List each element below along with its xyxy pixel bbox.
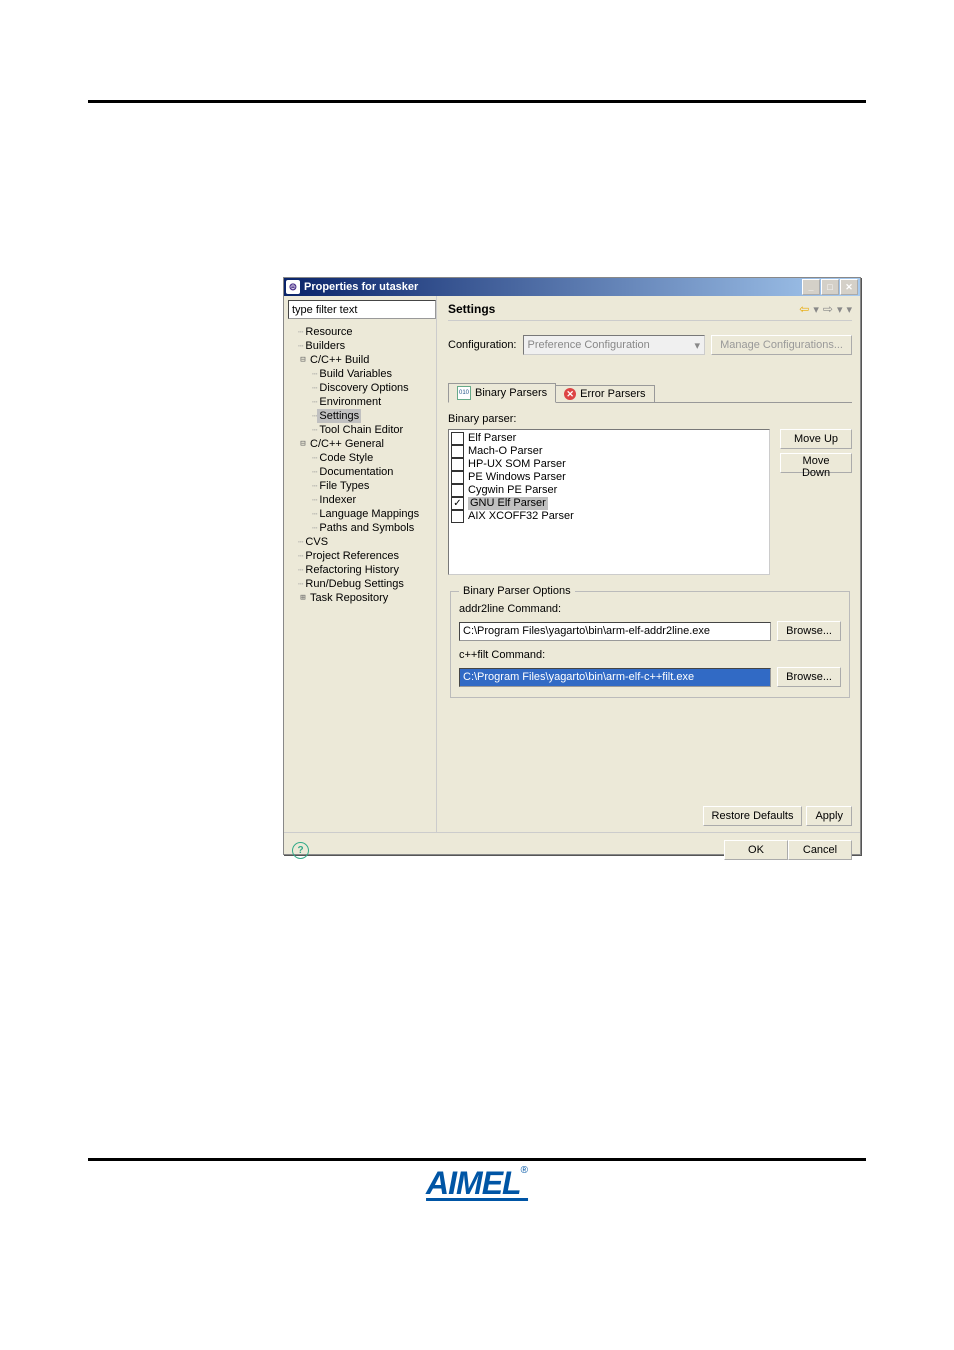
- parser-item[interactable]: Elf Parser: [451, 432, 767, 445]
- configuration-value: Preference Configuration: [528, 339, 650, 351]
- cppfilt-label: c++filt Command:: [459, 649, 841, 661]
- manage-configurations-button: Manage Configurations...: [711, 335, 852, 355]
- binary-parser-label: Binary parser:: [448, 413, 852, 425]
- tree-item-paths[interactable]: ┄Paths and Symbols: [288, 521, 436, 535]
- tab-error-label: Error Parsers: [580, 388, 645, 400]
- checkbox[interactable]: [451, 445, 464, 458]
- filter-input[interactable]: [288, 300, 436, 319]
- checkbox[interactable]: [451, 497, 464, 510]
- cancel-button[interactable]: Cancel: [788, 840, 852, 860]
- titlebar[interactable]: ⊜ Properties for utasker _ □ ✕: [284, 278, 860, 296]
- parser-item[interactable]: Mach-O Parser: [451, 445, 767, 458]
- tree-item-documentation[interactable]: ┄Documentation: [288, 465, 436, 479]
- chevron-down-icon: ▾: [695, 339, 701, 352]
- dialog-title: Properties for utasker: [304, 281, 801, 293]
- addr2line-input[interactable]: [459, 622, 771, 641]
- tree-item-discovery[interactable]: ┄Discovery Options: [288, 381, 436, 395]
- tree-item-resource[interactable]: ┄Resource: [288, 325, 436, 339]
- checkbox[interactable]: [451, 484, 464, 497]
- addr2line-label: addr2line Command:: [459, 603, 841, 615]
- parser-list[interactable]: Elf Parser Mach-O Parser HP-UX SOM Parse…: [448, 429, 770, 575]
- tree-item-build-variables[interactable]: ┄Build Variables: [288, 367, 436, 381]
- browse-cppfilt-button[interactable]: Browse...: [777, 667, 841, 687]
- ok-button[interactable]: OK: [724, 840, 788, 860]
- checkbox[interactable]: [451, 458, 464, 471]
- browse-addr2line-button[interactable]: Browse...: [777, 621, 841, 641]
- tree-item-indexer[interactable]: ┄Indexer: [288, 493, 436, 507]
- tab-error-parsers[interactable]: ✕ Error Parsers: [555, 385, 654, 402]
- tree-item-builders[interactable]: ┄Builders: [288, 339, 436, 353]
- tree-item-taskrepo[interactable]: ⊞Task Repository: [288, 591, 436, 605]
- help-icon[interactable]: ?: [292, 842, 309, 859]
- minimize-button[interactable]: _: [802, 279, 820, 295]
- configuration-select: Preference Configuration ▾: [523, 335, 706, 355]
- tree-item-filetypes[interactable]: ┄File Types: [288, 479, 436, 493]
- tree-item-toolchain[interactable]: ┄Tool Chain Editor: [288, 423, 436, 437]
- menu-dropdown-icon[interactable]: ▾: [846, 303, 852, 316]
- parser-item[interactable]: GNU Elf Parser: [451, 497, 767, 510]
- apply-button[interactable]: Apply: [806, 806, 852, 826]
- cppfilt-input[interactable]: [459, 668, 771, 687]
- parser-item[interactable]: HP-UX SOM Parser: [451, 458, 767, 471]
- nav-back-icon[interactable]: ⇦: [799, 302, 809, 316]
- atmel-logo: AIMEL®: [426, 1165, 528, 1201]
- tree-item-langmap[interactable]: ┄Language Mappings: [288, 507, 436, 521]
- page-title: Settings: [448, 302, 799, 316]
- error-icon: ✕: [564, 388, 576, 400]
- tab-binary-label: Binary Parsers: [475, 387, 547, 399]
- parser-item[interactable]: Cygwin PE Parser: [451, 484, 767, 497]
- nav-forward-icon[interactable]: ⇨: [823, 302, 833, 316]
- nav-pane: ┄Resource ┄Builders ⊟C/C++ Build ┄Build …: [284, 296, 436, 832]
- checkbox[interactable]: [451, 510, 464, 523]
- tree-item-ccbuild[interactable]: ⊟C/C++ Build: [288, 353, 436, 367]
- parser-item[interactable]: AIX XCOFF32 Parser: [451, 510, 767, 523]
- parser-item[interactable]: PE Windows Parser: [451, 471, 767, 484]
- nav-forward-dropdown[interactable]: ▾: [837, 303, 843, 316]
- tree-item-projref[interactable]: ┄Project References: [288, 549, 436, 563]
- content-pane: Settings ⇦ ▾ ⇨ ▾ ▾ Configuration: Preferen…: [440, 296, 860, 832]
- tree-item-refactor[interactable]: ┄Refactoring History: [288, 563, 436, 577]
- move-down-button[interactable]: Move Down: [780, 453, 852, 473]
- nav-back-dropdown[interactable]: ▾: [813, 303, 819, 316]
- restore-defaults-button[interactable]: Restore Defaults: [703, 806, 803, 826]
- tree-item-ccgeneral[interactable]: ⊟C/C++ General: [288, 437, 436, 451]
- parser-options-legend: Binary Parser Options: [459, 585, 575, 597]
- configuration-label: Configuration:: [448, 339, 517, 351]
- checkbox[interactable]: [451, 432, 464, 445]
- checkbox[interactable]: [451, 471, 464, 484]
- maximize-button[interactable]: □: [821, 279, 839, 295]
- binary-icon: 010: [457, 386, 471, 400]
- tree-item-settings[interactable]: ┄Settings: [288, 409, 436, 423]
- properties-dialog: ⊜ Properties for utasker _ □ ✕ ┄Resource…: [283, 277, 861, 855]
- close-button[interactable]: ✕: [840, 279, 858, 295]
- tree-item-environment[interactable]: ┄Environment: [288, 395, 436, 409]
- tree-item-codestyle[interactable]: ┄Code Style: [288, 451, 436, 465]
- move-up-button[interactable]: Move Up: [780, 429, 852, 449]
- tree-item-cvs[interactable]: ┄CVS: [288, 535, 436, 549]
- eclipse-icon: ⊜: [286, 280, 300, 294]
- tab-binary-parsers[interactable]: 010 Binary Parsers: [448, 383, 556, 403]
- parser-options-group: Binary Parser Options addr2line Command:…: [450, 585, 850, 698]
- tree-item-rundebug[interactable]: ┄Run/Debug Settings: [288, 577, 436, 591]
- nav-tree[interactable]: ┄Resource ┄Builders ⊟C/C++ Build ┄Build …: [288, 325, 436, 605]
